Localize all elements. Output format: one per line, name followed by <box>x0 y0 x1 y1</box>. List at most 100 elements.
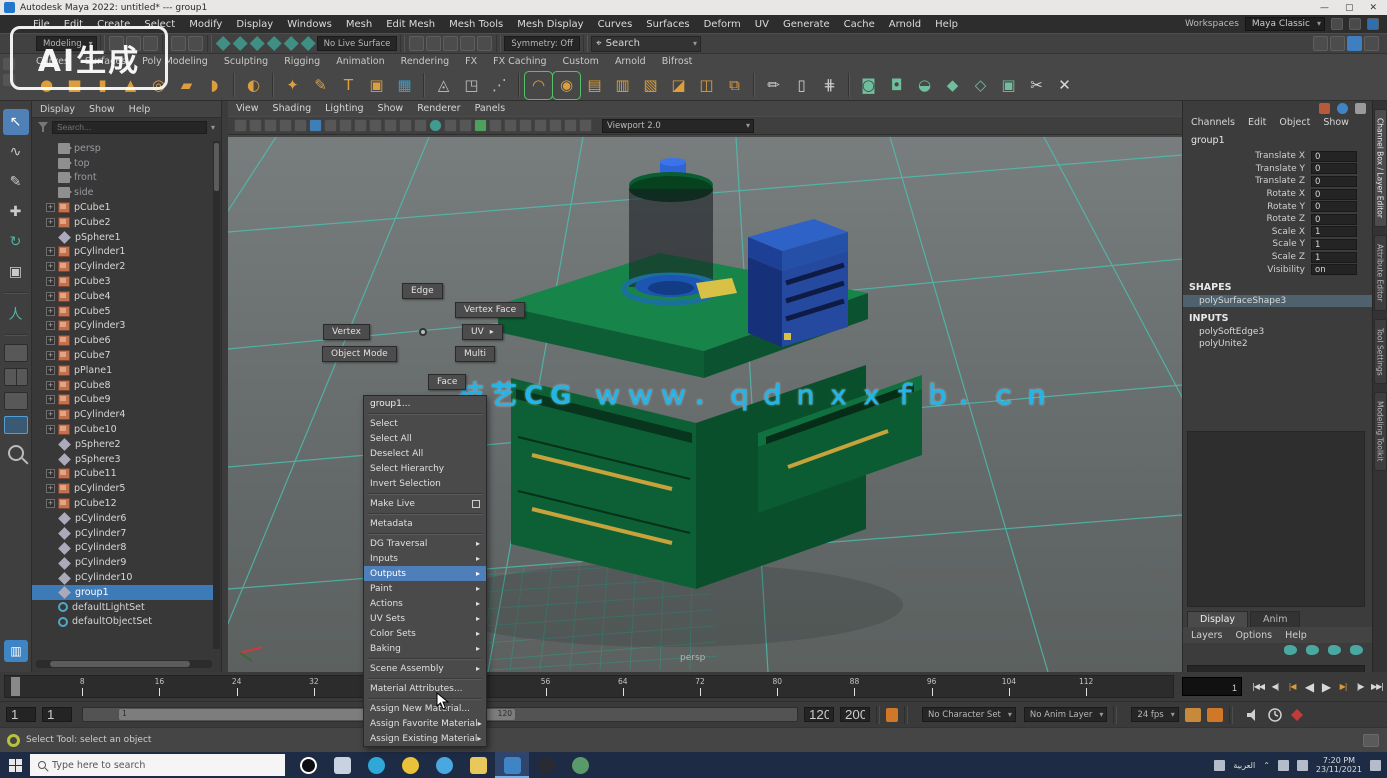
shelf-tab-animation[interactable]: Animation <box>336 56 384 70</box>
edge-icon[interactable] <box>359 752 393 778</box>
outliner-item-pCube1[interactable]: +pCube1 <box>32 200 214 215</box>
snap-to-view-plane-icon[interactable] <box>284 36 299 51</box>
hash-icon[interactable]: ⋕ <box>817 73 842 98</box>
snap-to-curve-icon[interactable] <box>233 36 248 51</box>
outliner-item-pCube5[interactable]: +pCube5 <box>32 304 214 319</box>
outliner-item-pCylinder2[interactable]: +pCylinder2 <box>32 259 214 274</box>
marking-menu-vertex[interactable]: Vertex <box>323 324 370 340</box>
shelf-tab-bifrost[interactable]: Bifrost <box>662 56 693 70</box>
current-frame-field[interactable] <box>1182 677 1242 696</box>
start-button[interactable] <box>0 752 30 778</box>
expand-toggle-icon[interactable]: + <box>46 247 55 256</box>
outliner-item-pCube12[interactable]: +pCube12 <box>32 496 214 511</box>
shaded-icon[interactable] <box>444 119 457 132</box>
animation-start-field[interactable] <box>6 707 36 722</box>
taskbar-search[interactable]: Type here to search <box>30 754 285 776</box>
context-menu-item-assign-favorite-material[interactable]: Assign Favorite Material▸ <box>364 716 486 731</box>
option-box-icon[interactable] <box>472 500 480 508</box>
step-back-frame-button[interactable]: ◀| <box>1267 678 1283 695</box>
outliner-horizontal-scrollbar[interactable] <box>36 660 212 668</box>
smooth-icon[interactable]: ▣ <box>996 73 1021 98</box>
expand-toggle-icon[interactable]: + <box>46 277 55 286</box>
make-live-icon[interactable] <box>301 36 316 51</box>
context-menu-item-dg-traversal[interactable]: DG Traversal▸ <box>364 536 486 551</box>
channel-box-toggle-icon[interactable] <box>1347 36 1362 51</box>
outliner-item-pCylinder10[interactable]: pCylinder10 <box>32 570 214 585</box>
play-backwards-button[interactable]: ◀ <box>1301 678 1317 695</box>
locator-icon[interactable]: ◳ <box>459 73 484 98</box>
attribute-editor-toggle-icon[interactable] <box>1313 36 1328 51</box>
context-menu-item-select[interactable]: Select <box>364 416 486 431</box>
bookmark-icon[interactable] <box>886 708 898 722</box>
bookmark-icon[interactable] <box>279 119 292 132</box>
sidebar-tab-attribute-editor[interactable]: Attribute Editor <box>1374 235 1387 311</box>
outliner-item-pSphere2[interactable]: pSphere2 <box>32 437 214 452</box>
menu-item-create[interactable]: Create <box>90 17 137 32</box>
expand-toggle-icon[interactable]: + <box>46 410 55 419</box>
marking-menu-object-mode[interactable]: Object Mode <box>322 346 397 362</box>
tray-chevron-icon[interactable]: ⌃ <box>1263 761 1270 770</box>
render-settings-icon[interactable] <box>443 36 458 51</box>
outliner-item-pCube6[interactable]: +pCube6 <box>32 333 214 348</box>
expand-toggle-icon[interactable]: + <box>46 381 55 390</box>
internet-explorer-icon[interactable] <box>427 752 461 778</box>
menu-item-surfaces[interactable]: Surfaces <box>639 17 696 32</box>
playback-end-field[interactable] <box>804 707 834 722</box>
outliner-item-pCube8[interactable]: +pCube8 <box>32 378 214 393</box>
outliner-item-pSphere3[interactable]: pSphere3 <box>32 452 214 467</box>
viewport-menu-lighting[interactable]: Lighting <box>325 103 363 115</box>
viewport-menu-renderer[interactable]: Renderer <box>417 103 460 115</box>
marking-menu-edge[interactable]: Edge <box>402 283 443 299</box>
context-menu-item-outputs[interactable]: Outputs▸ <box>364 566 486 581</box>
channel-value[interactable]: 0 <box>1311 163 1357 174</box>
context-menu-item-inputs[interactable]: Inputs▸ <box>364 551 486 566</box>
grid-snap-indicator-icon[interactable] <box>1363 734 1379 747</box>
context-menu-item-assign-new-material-[interactable]: Assign New Material... <box>364 701 486 716</box>
tray-app-icon[interactable] <box>1214 760 1225 771</box>
marking-menu-uv[interactable]: UV▸ <box>462 324 503 340</box>
snap-to-point-icon[interactable] <box>250 36 265 51</box>
shelf-edit-icon[interactable] <box>3 74 15 86</box>
snap-to-projected-center-icon[interactable] <box>267 36 282 51</box>
svg-tool-icon[interactable]: ▣ <box>364 73 389 98</box>
context-menu-item-make-live[interactable]: Make Live <box>364 496 486 511</box>
menu-item-select[interactable]: Select <box>137 17 182 32</box>
menu-item-cache[interactable]: Cache <box>837 17 882 32</box>
layout-four-pane[interactable] <box>4 368 28 386</box>
menu-item-deform[interactable]: Deform <box>697 17 748 32</box>
outliner-item-pCube3[interactable]: +pCube3 <box>32 274 214 289</box>
poly-cube-icon[interactable]: ■ <box>62 73 87 98</box>
layer-color-icon[interactable] <box>1328 645 1341 655</box>
current-time-marker[interactable] <box>11 677 20 696</box>
textured-icon[interactable] <box>459 119 472 132</box>
maya-icon[interactable] <box>495 752 529 778</box>
combine-icon[interactable]: ◆ <box>940 73 965 98</box>
two-panes-icon[interactable] <box>309 119 322 132</box>
marking-menu-vertex-face[interactable]: Vertex Face <box>455 302 525 318</box>
undo-icon[interactable] <box>171 36 186 51</box>
sidebar-tab-modeling-toolkit[interactable]: Modeling Toolkit <box>1374 392 1387 470</box>
photos-app-icon[interactable] <box>563 752 597 778</box>
symmetry-field[interactable]: Symmetry: Off <box>504 36 580 51</box>
mute-audio-icon[interactable] <box>1245 708 1261 722</box>
context-menu-item-material-attributes-[interactable]: Material Attributes... <box>364 681 486 696</box>
outliner-item-front[interactable]: front <box>32 171 214 186</box>
poly-disc-icon[interactable]: ◗ <box>202 73 227 98</box>
expand-toggle-icon[interactable]: + <box>46 292 55 301</box>
marking-menu-face[interactable]: Face <box>428 374 466 390</box>
layer-menu-layers[interactable]: Layers <box>1191 630 1222 641</box>
poly-plane-icon[interactable]: ▰ <box>174 73 199 98</box>
context-menu-item-invert-selection[interactable]: Invert Selection <box>364 476 486 491</box>
layer-menu-help[interactable]: Help <box>1285 630 1307 641</box>
menu-item-generate[interactable]: Generate <box>776 17 837 32</box>
arc-tool-icon[interactable]: ◠ <box>526 73 551 98</box>
menu-item-display[interactable]: Display <box>229 17 280 32</box>
menu-item-mesh[interactable]: Mesh <box>339 17 379 32</box>
outliner-item-group1[interactable]: group1 <box>32 585 214 600</box>
crease-tool-icon[interactable]: ✏ <box>761 73 786 98</box>
status-search[interactable]: ⌖Search <box>591 36 701 52</box>
outliner-item-pPlane1[interactable]: +pPlane1 <box>32 363 214 378</box>
outliner-item-pCube2[interactable]: +pCube2 <box>32 215 214 230</box>
film-gate-icon[interactable] <box>339 119 352 132</box>
gate-mask-icon[interactable] <box>369 119 382 132</box>
